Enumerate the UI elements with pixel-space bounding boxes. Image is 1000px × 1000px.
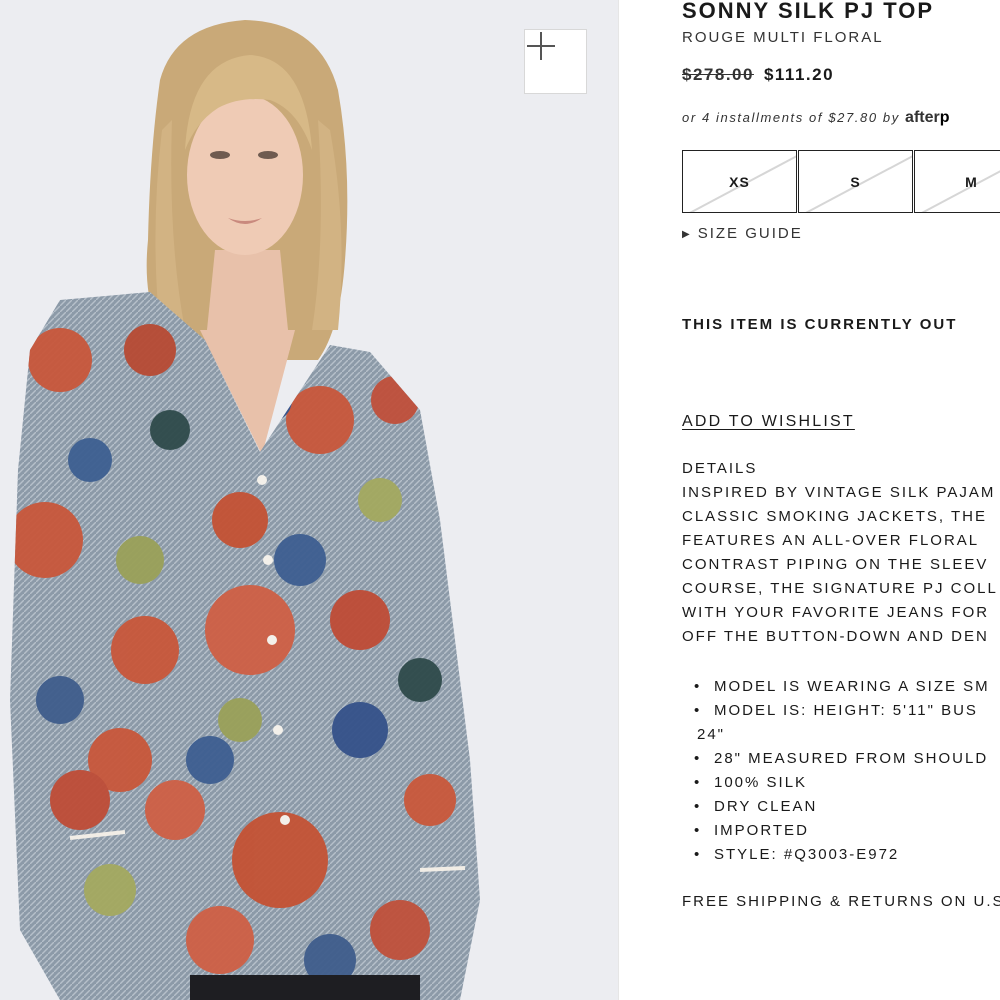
details-line: FEATURES AN ALL-OVER FLORAL [682,532,980,549]
bullet-text: 100% SILK [714,774,808,791]
bullet-item: • MODEL IS: HEIGHT: 5'11" BUS [694,702,978,719]
installments-text: or 4 installments of $27.80 by afterp [682,109,950,127]
shipping-note: FREE SHIPPING & RETURNS ON U.S [682,893,1000,910]
bullet-item: • MODEL IS WEARING A SIZE SM [694,678,990,695]
size-label: XS [729,173,750,190]
bullet-text: IMPORTED [714,822,809,839]
bullet-item-continued: 24" [682,723,1000,747]
bullet-item: • STYLE: #Q3003-E972 [694,846,900,863]
bullet-text: MODEL IS WEARING A SIZE SM [714,678,990,695]
details-line: CLASSIC SMOKING JACKETS, THE [682,508,987,525]
bullet-text: 28" MEASURED FROM SHOULD [714,750,989,767]
original-price: $278.00 [682,65,754,84]
zoom-button[interactable] [524,29,587,94]
stock-message: THIS ITEM IS CURRENTLY OUT [682,316,958,333]
details-line: CONTRAST PIPING ON THE SLEEV [682,556,989,573]
size-label: S [850,173,861,190]
size-label: M [965,173,978,190]
afterpay-logo-bold: p [939,109,950,126]
size-option-s[interactable]: S [798,150,913,213]
afterpay-logo[interactable]: afterp [905,109,949,126]
afterpay-logo-light: after [905,109,940,126]
details-line: WITH YOUR FAVORITE JEANS FOR [682,604,990,621]
bullet-text: STYLE: #Q3003-E972 [714,846,900,863]
bullet-text: 24" [697,726,726,743]
product-info: SONNY SILK PJ TOP ROUGE MULTI FLORAL $27… [682,0,1000,1000]
panel-divider [618,0,619,1000]
product-title: SONNY SILK PJ TOP [682,0,935,23]
details-section: DETAILS INSPIRED BY VINTAGE SILK PAJAM C… [682,457,1000,867]
details-line: COURSE, THE SIGNATURE PJ COLL [682,580,998,597]
caret-right-icon: ▶ [682,229,692,240]
bullet-item: • 100% SILK [694,774,808,791]
size-option-m[interactable]: M [914,150,1000,213]
plus-icon [527,32,555,60]
price-row: $278.00 $111.20 [682,65,834,85]
product-color: ROUGE MULTI FLORAL [682,29,884,46]
sale-price: $111.20 [763,65,835,84]
bullet-text: MODEL IS: HEIGHT: 5'11" BUS [714,702,978,719]
bullet-item: • DRY CLEAN [694,798,818,815]
model-photo [10,20,480,1000]
size-guide-link[interactable]: ▶ SIZE GUIDE [682,225,803,242]
details-line: INSPIRED BY VINTAGE SILK PAJAM [682,484,996,501]
size-selector: XS S M [682,150,1000,213]
bullet-item: • 28" MEASURED FROM SHOULD [694,750,989,767]
details-bullets: • MODEL IS WEARING A SIZE SM • MODEL IS: H… [682,675,1000,867]
add-to-wishlist-link[interactable]: ADD TO WISHLIST [682,413,855,431]
bullet-text: DRY CLEAN [714,798,818,815]
installments-label: or 4 installments of $27.80 by [682,110,900,125]
details-line: OFF THE BUTTON-DOWN AND DEN [682,628,989,645]
product-image[interactable] [0,0,618,1000]
bullet-item: • IMPORTED [694,822,809,839]
details-heading: DETAILS [682,460,758,477]
size-option-xs[interactable]: XS [682,150,797,213]
size-guide-label: SIZE GUIDE [697,225,803,242]
